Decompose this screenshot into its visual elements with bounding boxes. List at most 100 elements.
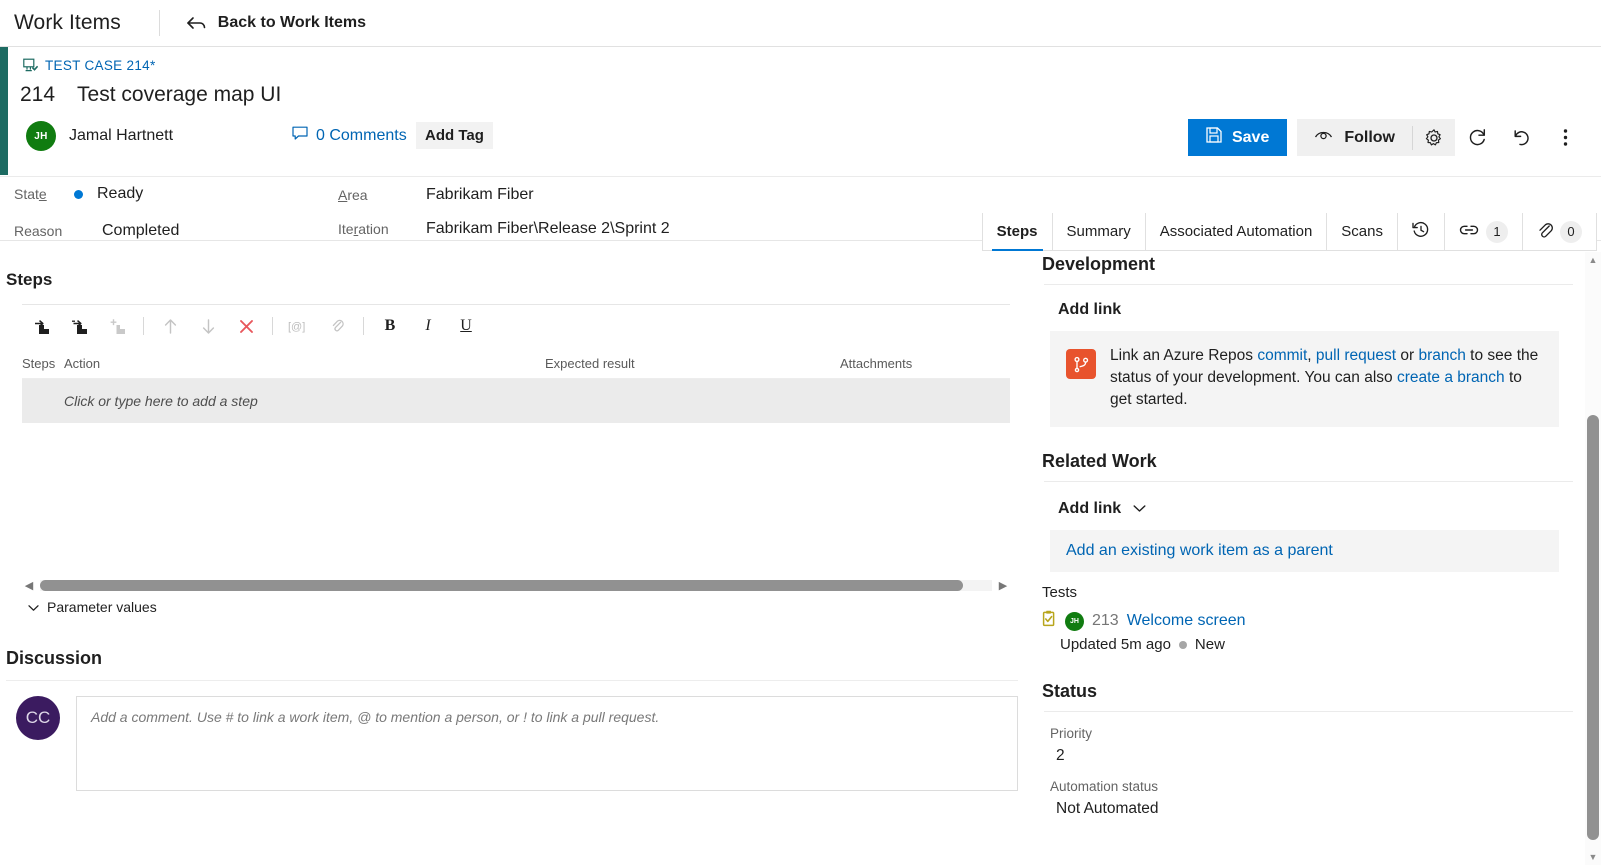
parameter-values-label: Parameter values xyxy=(47,599,157,615)
field-reason-value[interactable]: Completed xyxy=(102,222,179,240)
insert-step-parameter-icon[interactable] xyxy=(98,310,136,342)
priority-value[interactable]: 2 xyxy=(1032,747,1585,765)
related-work-add-link-label: Add link xyxy=(1058,500,1122,517)
pull-request-link[interactable]: pull request xyxy=(1316,347,1396,364)
delete-step-icon[interactable] xyxy=(227,310,265,342)
paperclip-icon xyxy=(1537,221,1553,243)
related-work-item-avatar: JH xyxy=(1065,611,1084,631)
parameter-values-toggle[interactable]: Parameter values xyxy=(28,599,157,615)
insert-shared-step-icon[interactable] xyxy=(60,310,98,342)
page-vertical-scrollbar[interactable]: ▲ ▼ xyxy=(1585,252,1601,865)
bold-icon[interactable]: B xyxy=(371,310,409,342)
underline-icon[interactable]: U xyxy=(447,310,485,342)
tab-history[interactable] xyxy=(1397,213,1444,250)
hscroll-track[interactable] xyxy=(40,579,992,591)
commit-link[interactable]: commit xyxy=(1257,347,1307,364)
work-item-meta-row: JH Jamal Hartnett xyxy=(26,121,173,151)
hscroll-thumb[interactable] xyxy=(40,579,964,591)
related-work-item-updated: Updated 5m ago xyxy=(1060,636,1171,653)
discussion-body: CC Add a comment. Use # to link a work i… xyxy=(16,696,1018,791)
add-tag-button[interactable]: Add Tag xyxy=(416,122,493,149)
related-work-item-meta: Updated 5m ago New xyxy=(1032,636,1585,653)
status-section-title: Status xyxy=(1042,681,1098,701)
branch-link[interactable]: branch xyxy=(1418,347,1465,364)
work-item-type-row[interactable]: TEST CASE 214* xyxy=(22,57,156,73)
refresh-icon[interactable] xyxy=(1455,119,1499,156)
comment-bubble-icon xyxy=(292,126,309,146)
attachments-count-badge: 0 xyxy=(1560,220,1582,243)
insert-parameter-icon[interactable]: [@] xyxy=(280,310,318,342)
related-work-section-title: Related Work xyxy=(1042,451,1157,471)
scroll-down-arrow-icon[interactable]: ▼ xyxy=(1585,849,1601,865)
chevron-down-icon xyxy=(28,599,39,615)
automation-status-label: Automation status xyxy=(1050,779,1159,794)
work-item-title[interactable]: Test coverage map UI xyxy=(77,83,281,107)
steps-add-row[interactable]: Click or type here to add a step xyxy=(22,379,1010,423)
steps-horizontal-scrollbar[interactable]: ◀ ▶ xyxy=(22,577,1010,593)
column-header-action: Action xyxy=(64,356,101,371)
steps-pane: Steps [@] B I U Steps Action Expected re… xyxy=(0,252,1032,865)
discussion-section-title: Discussion xyxy=(6,648,103,668)
scroll-right-arrow-icon[interactable]: ▶ xyxy=(996,579,1010,592)
steps-section-title: Steps xyxy=(6,270,53,289)
work-item-title-row: 214 Test coverage map UI xyxy=(20,83,281,107)
related-work-add-link[interactable]: Add link xyxy=(1032,500,1585,518)
related-work-item-state: New xyxy=(1194,636,1225,653)
tab-links[interactable]: 1 xyxy=(1444,213,1522,250)
more-vertical-icon[interactable] xyxy=(1543,119,1587,156)
work-item-toolbar: Save Follow xyxy=(1187,119,1587,156)
discussion-avatar[interactable]: CC xyxy=(16,696,60,740)
avatar[interactable]: JH xyxy=(26,121,56,151)
page-title: Work Items xyxy=(14,11,121,34)
field-state-label: State xyxy=(14,186,47,202)
tab-associated-automation-label: Associated Automation xyxy=(1159,223,1313,240)
tab-attachments[interactable]: 0 xyxy=(1522,213,1597,250)
add-parent-work-item-link[interactable]: Add an existing work item as a parent xyxy=(1050,530,1559,572)
tab-associated-automation[interactable]: Associated Automation xyxy=(1144,213,1327,250)
tab-summary[interactable]: Summary xyxy=(1051,213,1145,250)
tab-steps[interactable]: Steps xyxy=(981,213,1052,251)
move-down-icon[interactable] xyxy=(189,310,227,342)
undo-icon[interactable] xyxy=(1499,119,1543,156)
back-to-work-items-link[interactable]: Back to Work Items xyxy=(186,14,366,32)
related-work-item-title[interactable]: Welcome screen xyxy=(1127,612,1246,630)
create-branch-link[interactable]: create a branch xyxy=(1397,369,1505,386)
work-item-type-accent-bar xyxy=(0,47,8,175)
field-reason-label: Reason xyxy=(14,223,63,239)
field-area-value[interactable]: Fabrikam Fiber xyxy=(426,186,534,204)
save-button-label: Save xyxy=(1231,128,1270,146)
field-iteration-value[interactable]: Fabrikam Fiber\Release 2\Sprint 2 xyxy=(426,220,670,238)
save-button[interactable]: Save xyxy=(1187,119,1288,156)
automation-status-value[interactable]: Not Automated xyxy=(1032,800,1585,818)
move-up-icon[interactable] xyxy=(151,310,189,342)
comments-link[interactable]: 0 Comments xyxy=(292,126,407,146)
scroll-up-arrow-icon[interactable]: ▲ xyxy=(1585,252,1601,268)
field-state-value[interactable]: Ready xyxy=(97,185,143,203)
insert-step-icon[interactable] xyxy=(22,310,60,342)
vscroll-thumb[interactable] xyxy=(1587,415,1599,840)
field-iteration: Iteration Fabrikam Fiber\Release 2\Sprin… xyxy=(338,220,670,238)
discussion-divider xyxy=(6,680,1018,681)
svg-text:[@]: [@] xyxy=(288,321,305,333)
steps-toolbar: [@] B I U xyxy=(22,304,1010,344)
top-navigation-bar: Work Items Back to Work Items xyxy=(0,0,1601,47)
italic-icon[interactable]: I xyxy=(409,310,447,342)
attach-file-icon[interactable] xyxy=(318,310,356,342)
dev-text-comma: , xyxy=(1307,347,1316,364)
development-add-link-label[interactable]: Add link xyxy=(1032,301,1585,319)
comment-input[interactable]: Add a comment. Use # to link a work item… xyxy=(76,696,1018,791)
tab-summary-label: Summary xyxy=(1066,223,1131,240)
tab-scans[interactable]: Scans xyxy=(1326,213,1397,250)
scroll-left-arrow-icon[interactable]: ◀ xyxy=(22,579,36,592)
save-disk-icon xyxy=(1206,127,1222,148)
development-empty-text: Link an Azure Repos commit, pull request… xyxy=(1110,345,1543,411)
assigned-to-label[interactable]: Jamal Hartnett xyxy=(69,127,173,145)
dev-text-or: or xyxy=(1396,347,1419,364)
link-icon xyxy=(1459,223,1479,241)
gear-icon[interactable] xyxy=(1413,119,1455,156)
related-work-item[interactable]: JH 213 Welcome screen xyxy=(1032,610,1585,632)
work-item-header: TEST CASE 214* 214 Test coverage map UI … xyxy=(0,47,1601,177)
column-header-steps: Steps xyxy=(22,356,56,371)
follow-button[interactable]: Follow xyxy=(1297,119,1412,156)
history-clock-icon xyxy=(1412,221,1430,243)
